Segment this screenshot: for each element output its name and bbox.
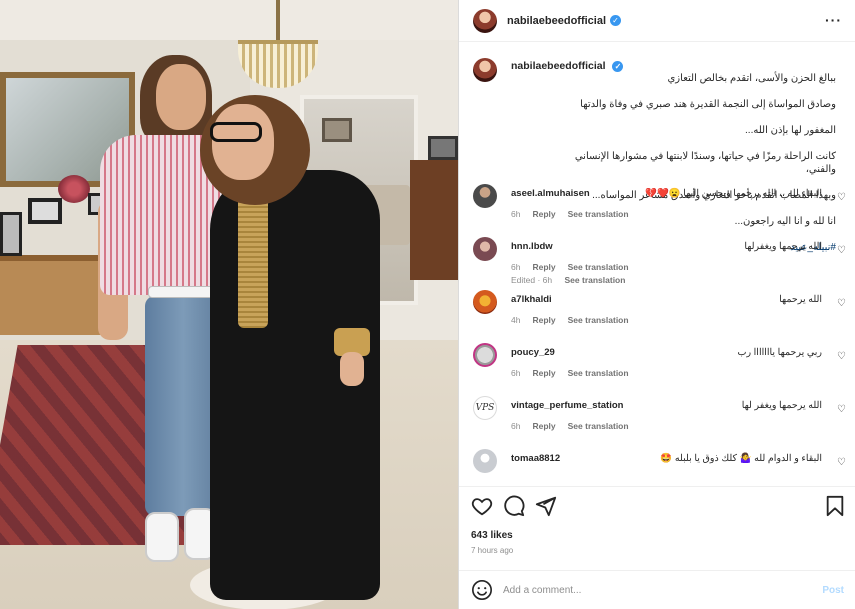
post-caption: nabilaebeedofficial ✓ ببالغ الحزن والأسى…: [459, 52, 855, 285]
heart-icon[interactable]: ♡: [837, 245, 846, 256]
reply-button[interactable]: Reply: [532, 368, 555, 378]
comment-username[interactable]: hnn.lbdw: [511, 241, 553, 252]
add-comment-bar: Post: [459, 570, 855, 609]
comment-item: a7lkhaldi الله يرحمها 4h Reply See translat…: [459, 288, 855, 341]
post-photo[interactable]: [0, 0, 458, 609]
see-translation-link[interactable]: See translation: [568, 315, 629, 325]
reply-button[interactable]: Reply: [532, 209, 555, 219]
avatar[interactable]: VPS: [473, 396, 497, 420]
eyeglasses: [210, 122, 262, 142]
woman-right-face: [212, 104, 274, 180]
comment-icon[interactable]: [503, 495, 525, 517]
emoji-icon[interactable]: [471, 579, 493, 601]
heart-icon[interactable]: [471, 495, 493, 517]
heart-icon[interactable]: ♡: [837, 457, 846, 468]
post-username[interactable]: nabilaebeedofficial: [507, 15, 606, 27]
sneaker: [145, 512, 179, 562]
caption-line: كانت الراحلة رمزًا في حياتها، وسندًا لاب…: [574, 151, 836, 175]
comment-item: hnn.lbdw الله يرحمها ويغفرلها 6h Reply See …: [459, 235, 855, 288]
comments-list[interactable]: nabilaebeedofficial ✓ ببالغ الحزن والأسى…: [459, 52, 855, 484]
wall-frame: [428, 136, 458, 160]
comment-username[interactable]: vintage_perfume_station: [511, 400, 623, 411]
avatar[interactable]: [473, 58, 497, 82]
see-translation-link[interactable]: See translation: [568, 209, 629, 219]
like-count[interactable]: 643 likes: [471, 530, 513, 541]
comment-time: 6h: [511, 368, 521, 378]
heart-icon[interactable]: ♡: [837, 351, 846, 362]
wooden-cabinet: [410, 160, 458, 280]
chandelier-rod: [276, 0, 280, 40]
post-side-panel: nabilaebeedofficial ✓ ··· nabilaebeedoff…: [458, 0, 855, 609]
ceiling: [0, 0, 458, 44]
comment-item: VPS vintage_perfume_station الله يرحمها و…: [459, 394, 855, 447]
caption-username-text[interactable]: nabilaebeedofficial: [511, 60, 606, 72]
post-timestamp: 7 hours ago: [471, 546, 514, 555]
comment-item: tomaa8812 البقاء و الدوام لله 🤷‍♀️ كلك ذو…: [459, 447, 855, 484]
flower-vase: [58, 175, 90, 203]
comment-username[interactable]: a7lkhaldi: [511, 294, 552, 305]
comment-time: 6h: [511, 421, 521, 431]
comment-text: الله يرحمها ويغفرلها: [744, 241, 822, 252]
reply-button[interactable]: Reply: [532, 315, 555, 325]
comment-text: ربي يرحمها يااااااا رب: [737, 347, 823, 358]
woman-right-hand: [340, 352, 364, 386]
post-header: nabilaebeedofficial ✓ ···: [459, 0, 855, 42]
avatar[interactable]: [473, 290, 497, 314]
comment-input[interactable]: [503, 584, 823, 596]
comment-text: الله يرحمها: [779, 294, 822, 305]
see-translation-link[interactable]: See translation: [568, 262, 629, 272]
bookmark-icon[interactable]: [824, 495, 846, 517]
caption-line: ببالغ الحزن والأسى، اتقدم بخالص التعازي: [667, 73, 836, 84]
more-icon[interactable]: ···: [825, 12, 842, 28]
wall-frame: [322, 118, 352, 142]
avatar[interactable]: [473, 343, 497, 367]
see-translation-link[interactable]: See translation: [568, 421, 629, 431]
comment-time: 6h: [511, 262, 521, 272]
reply-button[interactable]: Reply: [532, 421, 555, 431]
post-actions: [459, 486, 855, 526]
verified-icon: ✓: [612, 60, 624, 72]
photo-frame: [28, 198, 62, 224]
comment-text: البقاء لله ،، الله يرحمها ويحسن اليها 😦❤…: [645, 188, 822, 199]
woman-left-face: [156, 64, 206, 130]
share-icon[interactable]: [535, 495, 557, 517]
heart-icon[interactable]: ♡: [837, 192, 846, 203]
avatar[interactable]: [473, 184, 497, 208]
caption-line: وصادق المواساة إلى النجمة القديرة هند صب…: [580, 99, 836, 110]
heart-icon[interactable]: ♡: [837, 404, 846, 415]
avatar[interactable]: [473, 449, 497, 473]
comment-username[interactable]: tomaa8812: [511, 453, 560, 464]
avatar[interactable]: [473, 237, 497, 261]
post-comment-button[interactable]: Post: [822, 585, 844, 596]
see-translation-link[interactable]: See translation: [568, 368, 629, 378]
comment-time: 4h: [511, 315, 521, 325]
comment-item: aseel.almuhaisen البقاء لله ،، الله يرحمه…: [459, 182, 855, 235]
comment-text: البقاء و الدوام لله 🤷‍♀️ كلك ذوق يا بلبل…: [660, 453, 822, 464]
comment-text: الله يرحمها ويغفر لها: [741, 400, 822, 411]
comment-time: 6h: [511, 209, 521, 219]
comment-username[interactable]: aseel.almuhaisen: [511, 188, 590, 199]
heart-icon[interactable]: ♡: [837, 298, 846, 309]
caption-line: المغفور لها بإذن الله...: [745, 125, 836, 136]
reply-button[interactable]: Reply: [532, 262, 555, 272]
verified-icon: ✓: [610, 15, 622, 26]
woman-left-belt: [148, 286, 216, 298]
comment-username[interactable]: poucy_29: [511, 347, 555, 358]
avatar[interactable]: [473, 8, 497, 33]
photo-frame: [0, 212, 22, 256]
comment-item: poucy_29 ربي يرحمها يااااااا رب 6h Reply Se…: [459, 341, 855, 394]
